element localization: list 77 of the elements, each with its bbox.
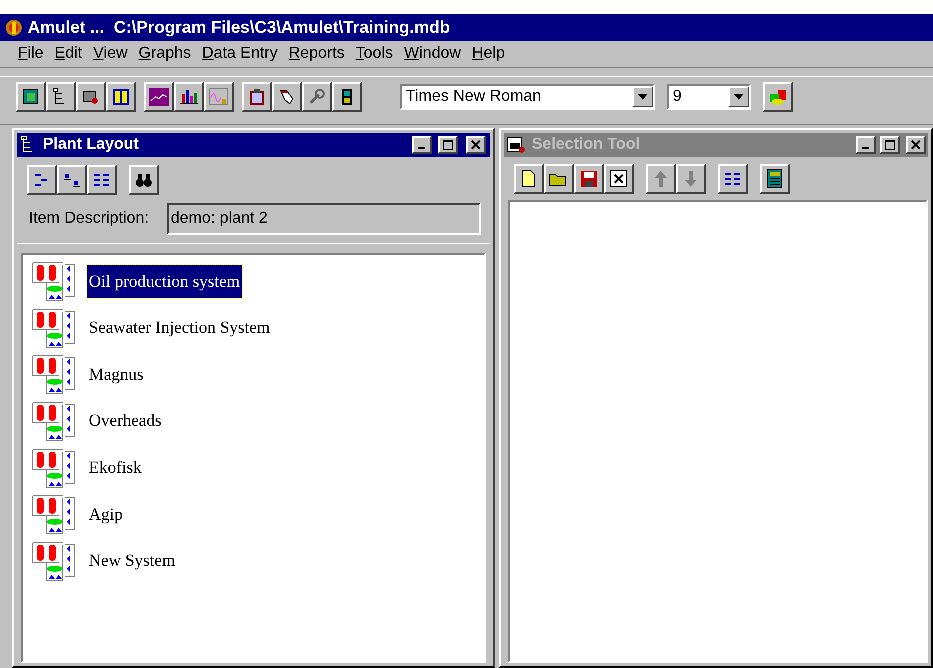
tree-tool-button[interactable] bbox=[46, 82, 76, 112]
window-title: Amulet ... C:\Program Files\C3\Amulet\Training.mdb bbox=[28, 16, 450, 39]
panel-title: Selection Tool bbox=[532, 135, 642, 155]
line-chart-icon bbox=[149, 88, 169, 106]
tree-item[interactable]: Magnus bbox=[87, 358, 146, 392]
minimize-button[interactable] bbox=[856, 136, 876, 154]
menu-item[interactable]: Reports bbox=[284, 42, 349, 66]
new-button[interactable] bbox=[514, 164, 544, 194]
picture-icon bbox=[22, 88, 40, 106]
tree-item[interactable]: Agip bbox=[87, 498, 125, 532]
bar-chart-button[interactable] bbox=[174, 82, 204, 112]
color-tool-button[interactable] bbox=[763, 82, 793, 112]
app-logo-icon bbox=[4, 18, 24, 38]
find-button[interactable] bbox=[129, 165, 159, 195]
delete-button[interactable] bbox=[604, 164, 634, 194]
menu-item[interactable]: Graphs bbox=[134, 42, 196, 66]
move-down-button[interactable] bbox=[676, 164, 706, 194]
machine-icon bbox=[506, 135, 528, 155]
maximize-icon bbox=[885, 140, 895, 150]
menu-item[interactable]: Edit bbox=[50, 42, 86, 66]
list-icon bbox=[724, 171, 742, 187]
menu-item[interactable]: Help bbox=[468, 42, 510, 66]
tree-item[interactable]: Ekofisk bbox=[87, 450, 144, 484]
list-view-button[interactable] bbox=[718, 164, 748, 194]
wrench-icon bbox=[308, 88, 326, 106]
font-size-dropdown[interactable]: 9 bbox=[667, 84, 751, 110]
tree-item[interactable]: Overheads bbox=[87, 404, 164, 438]
tree-item[interactable]: Oil production system bbox=[87, 264, 242, 298]
item-description-field[interactable]: demo: plant 2 bbox=[167, 203, 481, 235]
tree-item[interactable]: Seawater Injection System bbox=[87, 311, 272, 345]
tree-item[interactable]: New System bbox=[87, 544, 178, 578]
menu-item[interactable]: Window bbox=[400, 42, 466, 66]
save-button[interactable] bbox=[574, 164, 604, 194]
list-view-button[interactable] bbox=[87, 165, 117, 195]
panel-tool-button[interactable] bbox=[106, 82, 136, 112]
graph-query-icon bbox=[209, 88, 229, 106]
close-button[interactable] bbox=[466, 136, 486, 154]
open-button[interactable] bbox=[544, 164, 574, 194]
outline-view-button[interactable] bbox=[27, 165, 57, 195]
clipboard-button[interactable] bbox=[242, 82, 272, 112]
font-size-value: 9 bbox=[672, 86, 683, 106]
device-button[interactable] bbox=[332, 82, 362, 112]
clipboard-icon bbox=[248, 88, 266, 106]
line-chart-button[interactable] bbox=[144, 82, 174, 112]
menu-item[interactable]: View bbox=[89, 42, 132, 66]
menu-item[interactable]: Data Entry bbox=[198, 42, 282, 66]
graph-query-button[interactable] bbox=[204, 82, 234, 112]
close-icon bbox=[911, 140, 921, 150]
maximize-icon bbox=[443, 140, 453, 150]
panel-title: Plant Layout bbox=[43, 135, 140, 155]
calculator-button[interactable] bbox=[760, 164, 790, 194]
maximize-button[interactable] bbox=[880, 136, 900, 154]
menu-item[interactable]: File bbox=[14, 42, 48, 66]
machine-tool-button[interactable] bbox=[76, 82, 106, 112]
bar-chart-icon bbox=[179, 88, 199, 106]
item-description-label: Item Description: bbox=[29, 209, 150, 229]
color-blocks-icon bbox=[768, 88, 788, 106]
close-box-icon bbox=[610, 170, 628, 188]
maximize-button[interactable] bbox=[438, 136, 458, 154]
minimize-button[interactable] bbox=[412, 136, 432, 154]
calculator-icon bbox=[767, 169, 783, 189]
close-button[interactable] bbox=[906, 136, 926, 154]
document-view-button[interactable] bbox=[57, 165, 87, 195]
wrench-button[interactable] bbox=[302, 82, 332, 112]
hand-button[interactable] bbox=[272, 82, 302, 112]
new-file-icon bbox=[521, 170, 537, 188]
panel-icon bbox=[112, 88, 130, 106]
font-dropdown[interactable]: Times New Roman bbox=[400, 84, 655, 110]
hand-icon bbox=[278, 88, 296, 106]
font-value: Times New Roman bbox=[405, 86, 542, 106]
list-icon bbox=[93, 172, 111, 188]
documents-icon bbox=[63, 172, 81, 188]
move-up-button[interactable] bbox=[646, 164, 676, 194]
close-icon bbox=[471, 140, 481, 150]
binoculars-icon bbox=[135, 172, 153, 188]
menu-item[interactable]: Tools bbox=[352, 42, 398, 66]
picture-tool-button[interactable] bbox=[16, 82, 46, 112]
